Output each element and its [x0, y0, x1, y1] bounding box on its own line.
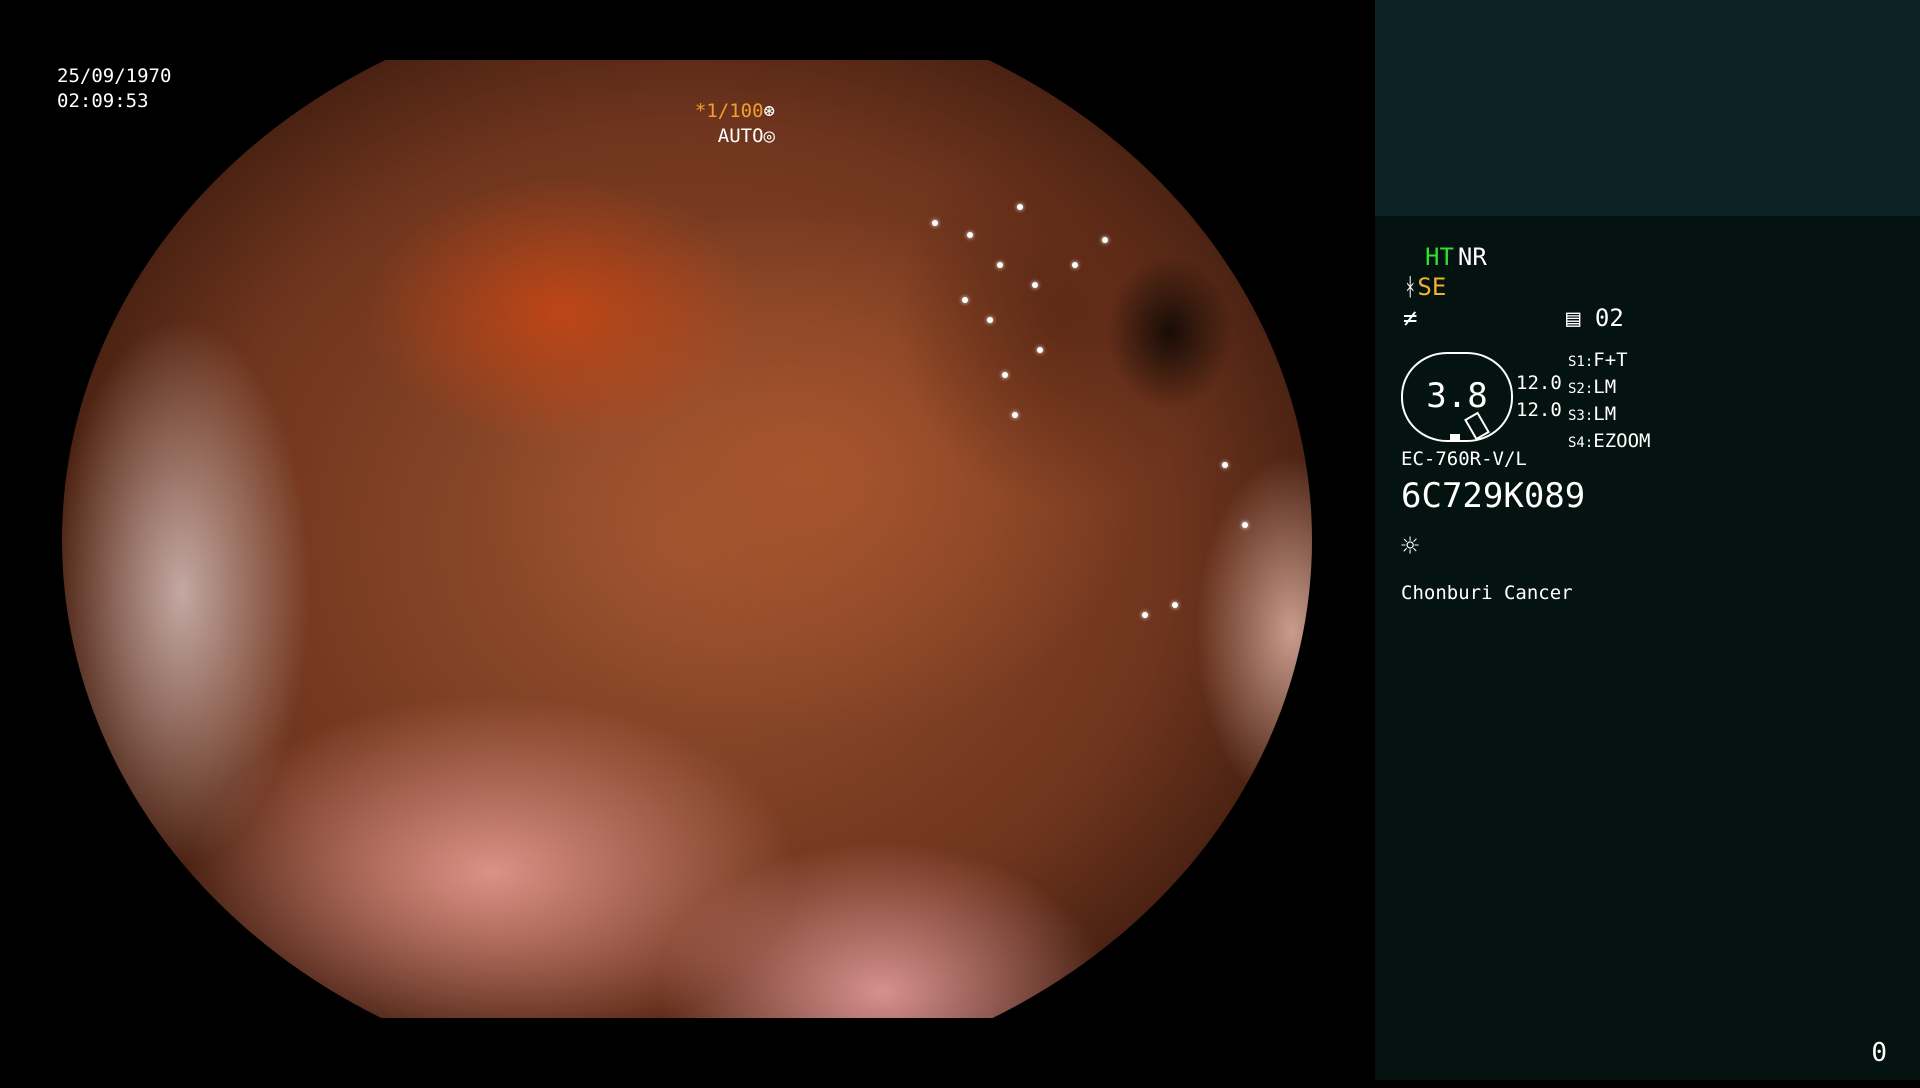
memo-icon: ▤ — [1566, 304, 1581, 332]
scope-switch-item: S2:LM — [1568, 375, 1651, 402]
iris-icon: ◎ — [763, 125, 775, 147]
shutter-icon: ⊛ — [763, 100, 775, 122]
scope-serial: 6C729K089 — [1401, 476, 1586, 516]
bending-dial: 3.8 — [1401, 352, 1513, 442]
patient-info-area — [1375, 0, 1920, 216]
memo-indicator: ▤ 02 — [1566, 304, 1624, 332]
switch-key: S3: — [1568, 408, 1594, 424]
switch-key: S2: — [1568, 381, 1594, 397]
switch-value: F+T — [1593, 349, 1628, 371]
shutter-speed: *1/100 — [694, 100, 764, 122]
info-panel: HT NR ᚼSE ≠ ▤ 02 3.8 12.0 12.0 S1:F+T S2:… — [1375, 0, 1920, 1080]
scope-switch-item: S1:F+T — [1568, 348, 1651, 375]
color-enhance-row: ≠ — [1403, 304, 1417, 332]
nr-indicator: NR — [1457, 243, 1487, 271]
memo-number: 02 — [1594, 304, 1624, 332]
scope-model: EC-760R-V/L — [1401, 448, 1527, 470]
switch-value: EZOOM — [1593, 430, 1651, 452]
structure-enhance-row: ᚼSE — [1403, 273, 1446, 301]
switch-value: LM — [1593, 403, 1617, 425]
light-source-icon: ☼ — [1401, 529, 1420, 564]
se-indicator: SE — [1417, 273, 1447, 301]
image-count: 0 — [1871, 1038, 1887, 1068]
color-enhance-icon: ≠ — [1403, 304, 1418, 332]
switch-value: LM — [1593, 376, 1617, 398]
dial-readout-a: 12.0 — [1516, 372, 1562, 394]
structure-enhance-icon: ᚼ — [1403, 273, 1418, 301]
dial-marker — [1450, 434, 1460, 440]
dial-readout-b: 12.0 — [1516, 399, 1562, 421]
iris-mode: AUTO — [717, 125, 764, 147]
dial-readouts: 12.0 12.0 — [1516, 370, 1562, 424]
switch-key: S4: — [1568, 435, 1594, 451]
scope-switch-item: S3:LM — [1568, 402, 1651, 429]
dial-value: 3.8 — [1426, 376, 1488, 416]
switch-key: S1: — [1568, 354, 1594, 370]
shutter-iris-status: *1/100⊛ AUTO◎ — [695, 99, 775, 149]
scope-switch-item: S4:EZOOM — [1568, 429, 1651, 456]
exam-time: 02:09:53 — [57, 90, 149, 112]
endoscope-viewport: 25/09/1970 02:09:53 *1/100⊛ AUTO◎ — [0, 0, 1375, 1080]
scope-switch-list: S1:F+T S2:LM S3:LM S4:EZOOM — [1568, 348, 1651, 456]
ht-indicator: HT — [1425, 243, 1454, 271]
exam-date: 25/09/1970 — [57, 65, 172, 87]
endoscopic-image — [62, 60, 1312, 1018]
date-time: 25/09/1970 02:09:53 — [57, 64, 171, 114]
image-mode-row: HT NR — [1425, 243, 1487, 271]
institution-name: Chonburi Cancer — [1401, 582, 1573, 604]
